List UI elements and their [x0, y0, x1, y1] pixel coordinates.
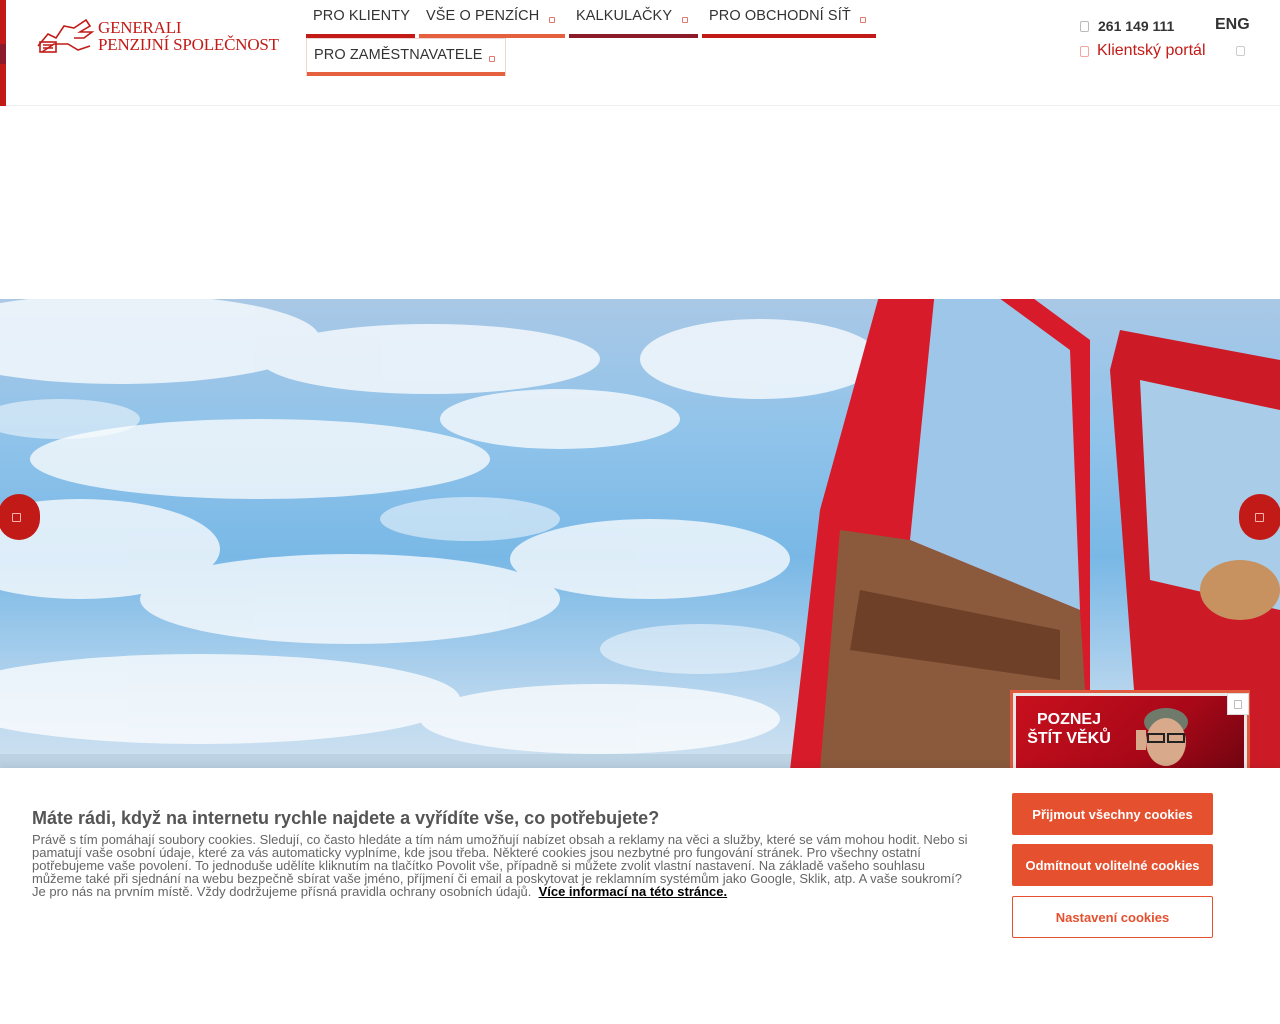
promo-close-button[interactable] [1227, 693, 1249, 715]
nav-label: VŠE O PENZÍCH [426, 8, 540, 24]
promo-banner: POZNEJ ŠTÍT VĚKŮ [1016, 696, 1244, 770]
chevron-left-icon [12, 513, 21, 522]
logo-line2: PENZIJNÍ SPOLEČNOST [98, 35, 279, 54]
client-portal-label: Klientský portál [1097, 42, 1206, 59]
carousel-prev-button[interactable] [0, 494, 40, 540]
user-icon [1080, 45, 1089, 57]
nav-pro-obchodni-sit[interactable]: PRO OBCHODNÍ SÍŤ [702, 0, 876, 38]
close-icon [1234, 700, 1242, 709]
nav-label: PRO KLIENTY [313, 8, 410, 24]
language-switch[interactable]: ENG [1215, 16, 1250, 34]
nav-pro-zamestnavatele[interactable]: PRO ZAMĚSTNAVATELE [306, 38, 506, 76]
promo-person-image [1136, 708, 1188, 766]
nav-label: PRO OBCHODNÍ SÍŤ [709, 8, 851, 24]
client-portal-link[interactable]: Klientský portál [1080, 42, 1206, 60]
generali-logo[interactable]: GENERALI PENZIJNÍ SPOLEČNOST [34, 16, 286, 56]
site-header: GENERALI PENZIJNÍ SPOLEČNOST PRO KLIENTY… [0, 0, 1280, 106]
nav-underline [702, 34, 876, 38]
nav-label: PRO ZAMĚSTNAVATELE [314, 47, 483, 63]
reject-optional-cookies-button[interactable]: Odmítnout volitelné cookies [1012, 844, 1213, 886]
phone-icon [1080, 20, 1089, 32]
cookie-description: Právě s tím pomáhají soubory cookies. Sl… [32, 832, 968, 899]
cookie-consent-bar: Máte rádi, když na internetu rychle najd… [0, 768, 1280, 1024]
phone-number: 261 149 111 [1098, 18, 1175, 34]
winged-lion-icon [37, 18, 95, 53]
carousel-next-button[interactable] [1239, 494, 1280, 540]
nav-vse-o-penzich[interactable]: VŠE O PENZÍCH [419, 0, 565, 38]
cookie-more-info-link[interactable]: Více informací na této stránce. [539, 884, 728, 899]
brand-strip [0, 0, 6, 106]
chevron-down-icon [549, 17, 555, 23]
promo-title: POZNEJ ŠTÍT VĚKŮ [1027, 711, 1111, 747]
chevron-right-icon [1255, 513, 1264, 522]
cookie-text-block: Právě s tím pomáhají soubory cookies. Sl… [32, 833, 977, 898]
nav-kalkulacky[interactable]: KALKULAČKY [569, 0, 698, 38]
cookie-title: Máte rádi, když na internetu rychle najd… [32, 808, 660, 828]
chevron-down-icon [489, 56, 495, 62]
promo-widget[interactable]: POZNEJ ŠTÍT VĚKŮ [1010, 690, 1250, 770]
chevron-down-icon [860, 17, 866, 23]
logo-line1: GENERALI [98, 18, 182, 37]
chevron-down-icon [682, 17, 688, 23]
search-icon[interactable] [1236, 46, 1245, 56]
nav-underline [569, 34, 698, 38]
phone-contact[interactable]: 261 149 111 [1080, 18, 1174, 34]
nav-label: KALKULAČKY [576, 8, 673, 24]
logo-text: GENERALI PENZIJNÍ SPOLEČNOST [98, 19, 279, 53]
nav-underline [307, 72, 505, 76]
cookie-settings-button[interactable]: Nastavení cookies [1012, 896, 1213, 938]
accept-all-cookies-button[interactable]: Přijmout všechny cookies [1012, 793, 1213, 835]
nav-pro-klienty[interactable]: PRO KLIENTY [306, 0, 415, 38]
